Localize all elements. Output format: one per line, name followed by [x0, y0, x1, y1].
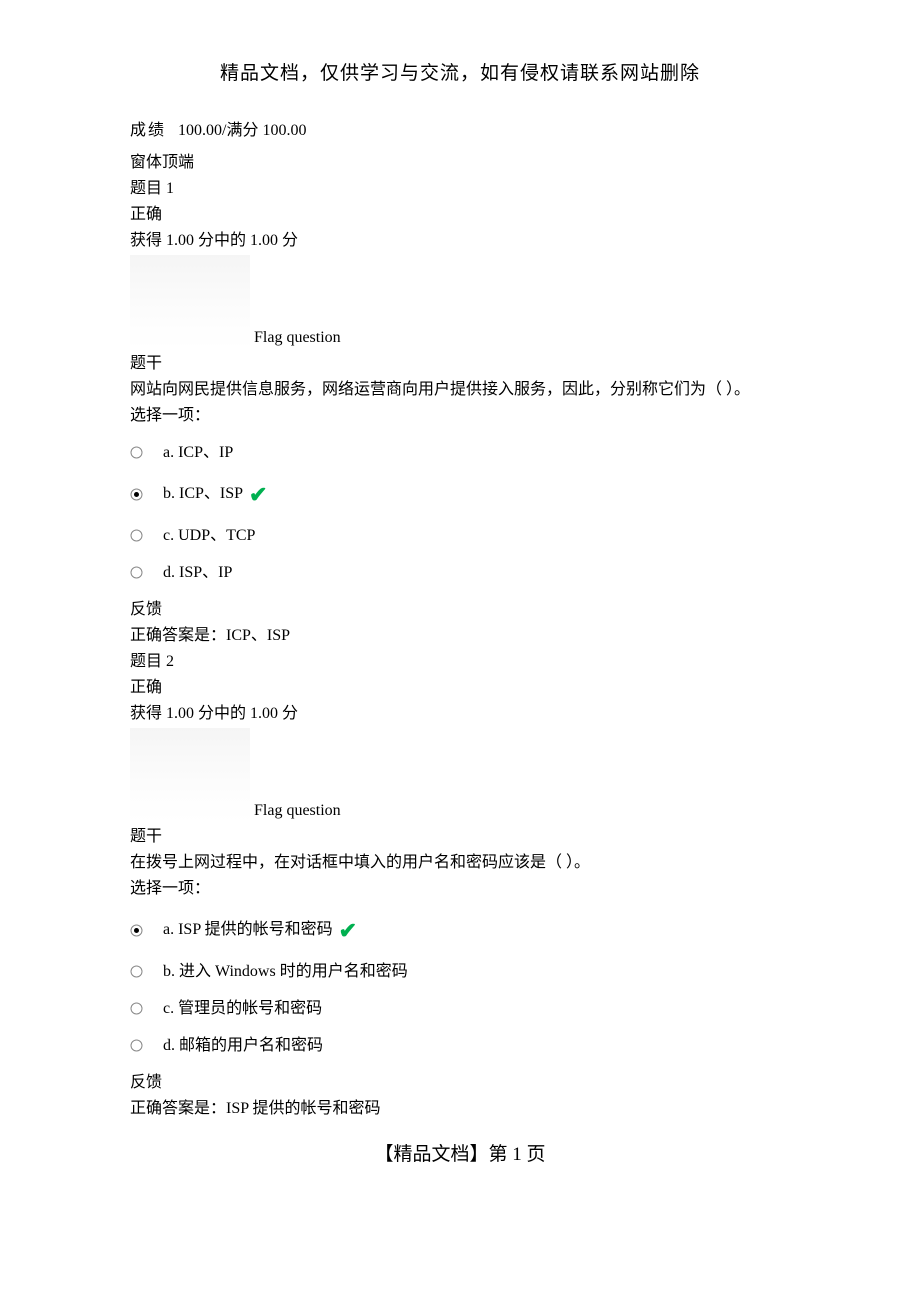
question-stem: 在拨号上网过程中，在对话框中填入的用户名和密码应该是（ ）。 [130, 851, 790, 875]
option-row[interactable]: d. 邮箱的用户名和密码 [130, 1034, 790, 1058]
option-label: b. 进入 Windows 时的用户名和密码 [163, 960, 408, 984]
radio-unchecked-icon[interactable] [130, 446, 143, 459]
flag-placeholder [130, 728, 250, 823]
header-notice: 精品文档，仅供学习与交流，如有侵权请联系网站删除 [130, 60, 790, 89]
select-one: 选择一项： [130, 404, 790, 428]
checkmark-icon: ✔ [249, 478, 267, 511]
question-status: 正确 [130, 203, 790, 227]
flag-question-row: Flag question [130, 255, 790, 350]
radio-unchecked-icon[interactable] [130, 1002, 143, 1015]
window-top: 窗体顶端 [130, 151, 790, 175]
score-label: 成绩 [130, 122, 166, 139]
option-label: a. ISP 提供的帐号和密码✔ [163, 914, 357, 947]
score-value: 100.00/满分 100.00 [178, 122, 306, 139]
radio-checked-icon[interactable] [130, 924, 143, 937]
feedback-label: 反馈 [130, 598, 790, 622]
radio-checked-icon[interactable] [130, 488, 143, 501]
score-line: 成绩 100.00/满分 100.00 [130, 119, 790, 143]
option-row[interactable]: b. ICP、ISP✔ [130, 478, 790, 511]
question-points: 获得 1.00 分中的 1.00 分 [130, 229, 790, 253]
option-row[interactable]: a. ICP、IP [130, 441, 790, 465]
question-stem: 网站向网民提供信息服务，网络运营商向用户提供接入服务，因此，分别称它们为（ ）。 [130, 378, 790, 402]
option-row[interactable]: b. 进入 Windows 时的用户名和密码 [130, 960, 790, 984]
option-row[interactable]: c. UDP、TCP [130, 524, 790, 548]
correct-answer: 正确答案是：ISP 提供的帐号和密码 [130, 1097, 790, 1121]
radio-unchecked-icon[interactable] [130, 566, 143, 579]
question-points: 获得 1.00 分中的 1.00 分 [130, 702, 790, 726]
select-one: 选择一项： [130, 877, 790, 901]
option-label: d. ISP、IP [163, 561, 232, 585]
radio-unchecked-icon[interactable] [130, 1039, 143, 1052]
option-label: b. ICP、ISP✔ [163, 478, 267, 511]
option-label: c. UDP、TCP [163, 524, 255, 548]
question-status: 正确 [130, 676, 790, 700]
stem-label: 题干 [130, 825, 790, 849]
flag-question-row: Flag question [130, 728, 790, 823]
radio-unchecked-icon[interactable] [130, 965, 143, 978]
feedback-label: 反馈 [130, 1071, 790, 1095]
option-label: c. 管理员的帐号和密码 [163, 997, 322, 1021]
option-label: a. ICP、IP [163, 441, 233, 465]
question-title: 题目 2 [130, 650, 790, 674]
stem-label: 题干 [130, 352, 790, 376]
option-row[interactable]: a. ISP 提供的帐号和密码✔ [130, 914, 790, 947]
checkmark-icon: ✔ [339, 914, 357, 947]
flag-placeholder [130, 255, 250, 350]
radio-unchecked-icon[interactable] [130, 529, 143, 542]
option-label: d. 邮箱的用户名和密码 [163, 1034, 323, 1058]
page-footer: 【精品文档】第 1 页 [130, 1141, 790, 1170]
correct-answer: 正确答案是：ICP、ISP [130, 624, 790, 648]
flag-question-label[interactable]: Flag question [254, 802, 341, 819]
question-title: 题目 1 [130, 177, 790, 201]
option-row[interactable]: d. ISP、IP [130, 561, 790, 585]
flag-question-label[interactable]: Flag question [254, 329, 341, 346]
option-row[interactable]: c. 管理员的帐号和密码 [130, 997, 790, 1021]
